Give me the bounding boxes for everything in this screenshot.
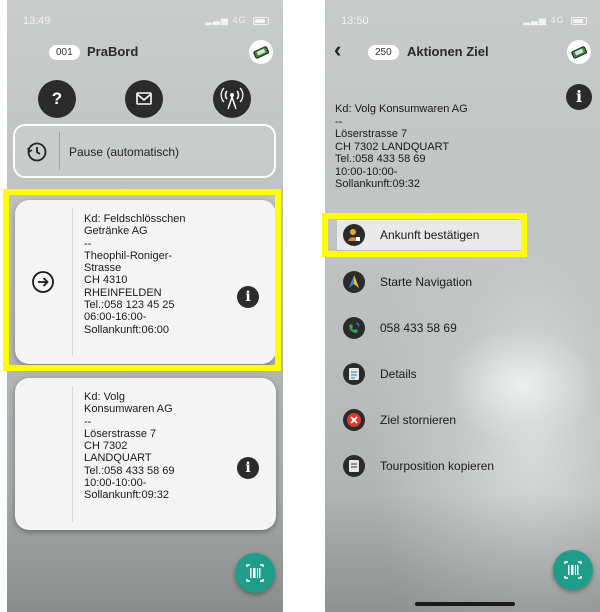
action-label: 058 433 58 69 xyxy=(380,321,457,335)
right-screen: 13:50 ▂▃▅ 4G ‹ 250 Aktionen Ziel i Kd: V… xyxy=(325,0,600,612)
destination-address: Kd: Volg Konsumwaren AG -- Löserstrasse … xyxy=(84,391,175,502)
antenna-icon xyxy=(220,87,244,110)
page-title: Aktionen Ziel xyxy=(407,44,489,59)
device-icon[interactable] xyxy=(249,40,273,64)
highlight-box xyxy=(3,189,281,371)
app-header: ‹ 250 Aktionen Ziel xyxy=(325,32,600,72)
barcode-scan-button[interactable] xyxy=(235,553,275,593)
tour-badge: 250 xyxy=(368,45,399,60)
barcode-icon xyxy=(564,561,582,579)
barcode-icon xyxy=(246,564,264,582)
status-time: 13:49 xyxy=(23,15,51,27)
message-button[interactable] xyxy=(125,80,163,118)
highlight-box xyxy=(322,213,527,257)
status-bar: 13:50 ▂▃▅ 4G xyxy=(325,0,600,32)
action-label: Details xyxy=(380,367,417,381)
signal-icon: ▂▃▅ xyxy=(205,15,229,25)
call-phone-button[interactable]: 058 433 58 69 xyxy=(343,315,583,341)
action-label: Tourposition kopieren xyxy=(380,459,495,473)
divider xyxy=(59,132,60,170)
device-icon[interactable] xyxy=(567,40,591,64)
back-button[interactable]: ‹ xyxy=(334,37,341,63)
phone-icon xyxy=(343,317,365,339)
info-icon[interactable]: i xyxy=(237,457,259,479)
start-navigation-button[interactable]: Starte Navigation xyxy=(343,269,583,295)
mail-icon xyxy=(136,92,152,105)
pause-status-button[interactable]: Pause (automatisch) xyxy=(13,124,276,178)
navigation-icon xyxy=(343,271,365,293)
status-bar: 13:49 ▂▃▅ 4G xyxy=(7,0,283,32)
home-indicator xyxy=(415,602,515,606)
signal-icon: ▂▃▅ xyxy=(523,15,547,25)
page-title: PraBord xyxy=(87,44,139,59)
action-label: Starte Navigation xyxy=(380,275,473,289)
battery-icon xyxy=(253,16,269,25)
network-label: 4G xyxy=(550,15,565,25)
battery-icon xyxy=(571,16,587,25)
cancel-destination-button[interactable]: Ziel stornieren xyxy=(343,407,583,433)
status-time: 13:50 xyxy=(341,15,369,27)
copy-icon xyxy=(343,455,365,477)
details-icon xyxy=(343,363,365,385)
signal-button[interactable] xyxy=(213,80,251,118)
divider xyxy=(72,386,73,522)
info-icon[interactable]: i xyxy=(566,84,592,110)
help-button[interactable]: ? xyxy=(38,80,76,118)
network-label: 4G xyxy=(232,15,247,25)
status-indicators: ▂▃▅ 4G xyxy=(523,15,587,26)
barcode-scan-button[interactable] xyxy=(553,550,593,590)
clock-icon xyxy=(27,142,47,162)
cancel-icon xyxy=(343,409,365,431)
app-header: 001 PraBord xyxy=(7,32,283,72)
action-label: Ziel stornieren xyxy=(380,413,457,427)
destination-details: Kd: Volg Konsumwaren AG -- Löserstrasse … xyxy=(335,103,468,190)
status-indicators: ▂▃▅ 4G xyxy=(205,15,269,26)
tour-badge: 001 xyxy=(49,45,80,60)
pause-label: Pause (automatisch) xyxy=(69,145,180,159)
destination-card[interactable]: Kd: Volg Konsumwaren AG -- Löserstrasse … xyxy=(15,378,276,530)
details-button[interactable]: Details xyxy=(343,361,583,387)
copy-tour-position-button[interactable]: Tourposition kopieren xyxy=(343,453,583,479)
